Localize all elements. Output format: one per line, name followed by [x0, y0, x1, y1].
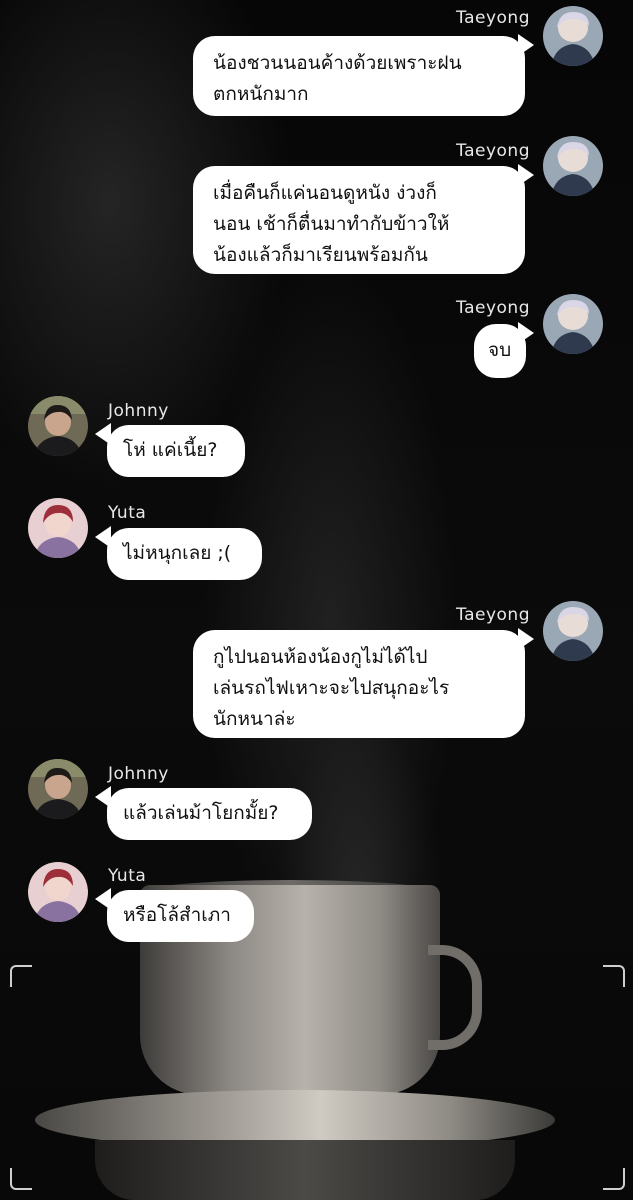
- sender-name: Yuta: [108, 503, 147, 523]
- bubble-tail: [95, 526, 111, 548]
- message-bubble: ไม่หนุกเลย ;(: [107, 528, 262, 580]
- avatar-taeyong[interactable]: [543, 136, 603, 196]
- frame-corner-bottom-left: [10, 1168, 32, 1190]
- bubble-tail: [518, 34, 534, 56]
- message-text: เมื่อคืนก็แค่นอนดูหนัง ง่วงก็: [213, 182, 437, 204]
- message-text: ตกหนักมาก: [213, 83, 309, 105]
- bubble-tail: [95, 423, 111, 445]
- sender-name: Yuta: [108, 866, 147, 886]
- bubble-tail: [95, 786, 111, 808]
- frame-corner-top-right: [603, 965, 625, 987]
- bubble-tail: [95, 888, 111, 910]
- message-text: จบ: [488, 339, 512, 361]
- message-text: แล้วเล่นม้าโยกมั้ย?: [123, 802, 279, 824]
- bubble-tail: [518, 322, 534, 344]
- message-bubble: น้องชวนนอนค้างด้วยเพราะฝน ตกหนักมาก: [193, 36, 525, 116]
- frame-corner-bottom-right: [603, 1168, 625, 1190]
- sender-name: Taeyong: [456, 298, 530, 318]
- avatar-johnny[interactable]: [28, 759, 88, 819]
- message-text: กูไปนอนห้องน้องกูไม่ได้ไป: [213, 646, 428, 668]
- frame-corner-top-left: [10, 965, 32, 987]
- sender-name: Johnny: [108, 401, 169, 421]
- sender-name: Johnny: [108, 764, 169, 784]
- message-text: นอน เช้าก็ตื่นมาทำกับข้าวให้: [213, 213, 450, 235]
- message-text: เล่นรถไฟเหาะจะไปสนุกอะไร: [213, 677, 450, 699]
- avatar-johnny[interactable]: [28, 396, 88, 456]
- message-text: น้องชวนนอนค้างด้วยเพราะฝน: [213, 52, 462, 74]
- message-text: ไม่หนุกเลย ;(: [123, 542, 232, 564]
- message-text: โห่ แค่เนี้ย?: [123, 439, 218, 461]
- message-text: หรือโล้สำเภา: [123, 904, 231, 926]
- sender-name: Taeyong: [456, 605, 530, 625]
- message-text: น้องแล้วก็มาเรียนพร้อมกัน: [213, 244, 428, 266]
- avatar-taeyong[interactable]: [543, 601, 603, 661]
- avatar-yuta[interactable]: [28, 498, 88, 558]
- message-bubble: หรือโล้สำเภา: [107, 890, 254, 942]
- sender-name: Taeyong: [456, 141, 530, 161]
- avatar-yuta[interactable]: [28, 862, 88, 922]
- avatar-taeyong[interactable]: [543, 6, 603, 66]
- message-bubble: แล้วเล่นม้าโยกมั้ย?: [107, 788, 312, 840]
- bubble-tail: [518, 164, 534, 186]
- message-bubble: เมื่อคืนก็แค่นอนดูหนัง ง่วงก็ นอน เช้าก็…: [193, 166, 525, 274]
- saucer-base: [95, 1140, 515, 1200]
- message-bubble: โห่ แค่เนี้ย?: [107, 425, 245, 477]
- message-bubble: กูไปนอนห้องน้องกูไม่ได้ไป เล่นรถไฟเหาะจะ…: [193, 630, 525, 738]
- avatar-taeyong[interactable]: [543, 294, 603, 354]
- bubble-tail: [518, 628, 534, 650]
- message-text: นักหนาล่ะ: [213, 708, 296, 730]
- sender-name: Taeyong: [456, 8, 530, 28]
